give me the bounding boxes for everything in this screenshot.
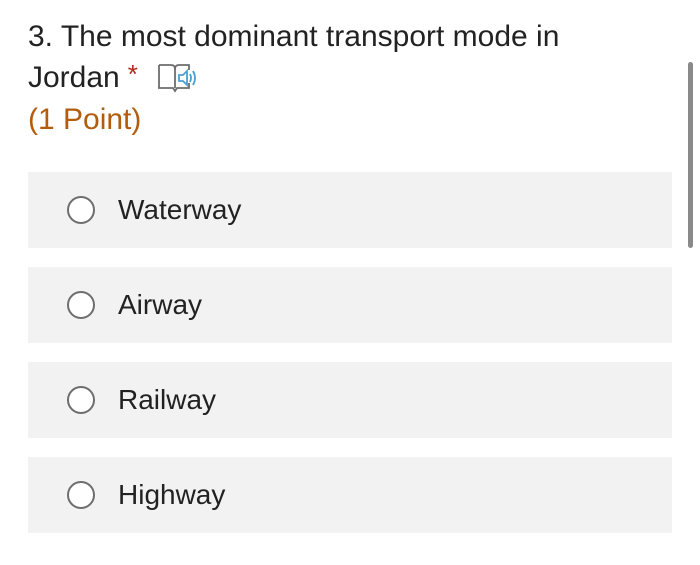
question-points: (1 Point)	[28, 103, 142, 136]
immersive-reader-icon[interactable]	[156, 61, 198, 93]
option-waterway[interactable]: Waterway	[28, 172, 672, 248]
required-asterisk: *	[127, 59, 138, 89]
option-label: Waterway	[118, 194, 242, 225]
question-block: 3. The most dominant transport mode in J…	[28, 16, 668, 140]
radio-button[interactable]	[67, 291, 95, 319]
option-label: Railway	[118, 384, 217, 415]
scrollbar-thumb[interactable]	[688, 62, 693, 248]
form-page: 3. The most dominant transport mode in J…	[0, 0, 700, 565]
option-label: Highway	[118, 479, 226, 510]
option-label: Airway	[118, 289, 203, 320]
question-title-row: 3. The most dominant transport mode in J…	[28, 16, 668, 99]
option-highway[interactable]: Highway	[28, 457, 672, 533]
options-list: Waterway Airway Railway Highway	[28, 172, 672, 552]
option-airway[interactable]: Airway	[28, 267, 672, 343]
option-railway[interactable]: Railway	[28, 362, 672, 438]
radio-button[interactable]	[67, 386, 95, 414]
radio-button[interactable]	[67, 196, 95, 224]
question-title: 3. The most dominant transport mode in J…	[28, 20, 560, 94]
radio-button[interactable]	[67, 481, 95, 509]
